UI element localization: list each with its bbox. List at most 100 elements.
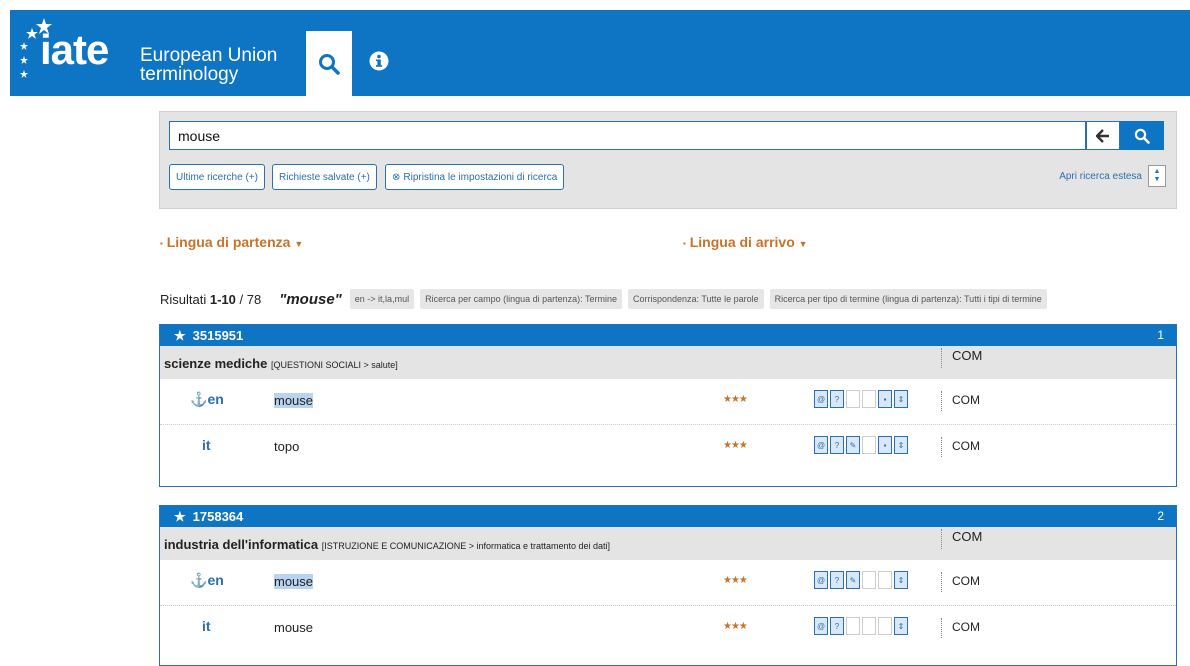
filter-chip: Corrispondenza: Tutte le parole — [628, 289, 764, 309]
entry-header[interactable]: ★ 3515951 1 — [160, 325, 1176, 346]
iate-logo[interactable]: iate — [14, 14, 152, 92]
results-count: Risultati 1-10 / 78 — [160, 292, 261, 307]
note-icon[interactable]: ? — [830, 571, 844, 589]
note-icon[interactable]: ? — [830, 390, 844, 408]
term-com: COM — [941, 437, 980, 457]
expand-toggle-icon[interactable]: ⇕ — [894, 571, 908, 589]
empty-icon — [862, 571, 876, 589]
reset-icon: ⊗ — [392, 171, 401, 183]
entry-id: 1758364 — [192, 509, 244, 524]
results-summary: Risultati 1-10 / 78 "mouse" en -> it,la,… — [160, 287, 1053, 311]
bullet-icon: ▪ — [160, 238, 163, 248]
top-navbar: iate European Union terminology — [10, 10, 1190, 96]
target-language-dropdown[interactable]: ▪ Lingua di arrivo ▼ — [683, 234, 808, 250]
expand-toggle-icon[interactable]: ⇕ — [894, 390, 908, 408]
definition-icon[interactable]: @ — [814, 390, 828, 408]
reference-icon[interactable]: ✎ — [846, 436, 860, 454]
reset-search-button[interactable]: ⊗ Ripristina le impostazioni di ricerca — [385, 164, 565, 190]
term-text[interactable]: mouse — [274, 620, 313, 635]
info-icon — [369, 51, 389, 71]
caret-up-icon: ▲ — [1153, 168, 1161, 175]
caret-down-icon: ▼ — [1153, 176, 1161, 183]
entry-id: 3515951 — [192, 328, 244, 343]
filter-chip: en -> it,la,mul — [349, 289, 415, 309]
empty-icon — [878, 571, 892, 589]
term-icons: @ ? ✎ ⇕ — [814, 571, 908, 589]
back-button[interactable] — [1086, 121, 1120, 150]
language-code: en — [207, 391, 224, 407]
anchor-icon: ⚓ — [190, 572, 208, 588]
last-searches-button[interactable]: Ultime ricerche (+) — [169, 164, 265, 190]
entry-header[interactable]: ★ 1758364 2 — [160, 506, 1176, 527]
search-button[interactable] — [1120, 121, 1164, 150]
entry-index: 2 — [1157, 509, 1164, 523]
definition-icon[interactable]: @ — [814, 617, 828, 635]
term-text[interactable]: topo — [274, 439, 299, 454]
domain-com: COM — [941, 529, 982, 549]
search-icon — [319, 53, 340, 75]
logo-subtitle-line2: terminology — [140, 64, 239, 85]
results-total: / 78 — [239, 291, 262, 307]
anchor-icon: ⚓ — [190, 391, 208, 407]
term-text[interactable]: mouse — [274, 574, 314, 589]
reliability-stars: ★★★ — [723, 440, 748, 451]
reference-icon[interactable]: ✎ — [846, 571, 860, 589]
empty-icon — [846, 390, 860, 408]
source-language-dropdown[interactable]: ▪ Lingua di partenza ▼ — [160, 234, 303, 250]
entry-index: 1 — [1157, 328, 1164, 342]
filter-chip: Ricerca per campo (lingua di partenza): … — [420, 289, 623, 309]
term-icons: @ ? ⇕ — [814, 617, 908, 635]
caret-down-icon: ▼ — [798, 239, 808, 249]
definition-icon[interactable]: @ — [814, 571, 828, 589]
tab-search[interactable] — [306, 31, 352, 96]
search-panel: mouse Ultime ricerche (+) Richieste salv… — [159, 111, 1177, 209]
note-icon[interactable]: ? — [830, 617, 844, 635]
empty-icon — [846, 617, 860, 635]
logo-subtitle: European Union terminology — [140, 46, 277, 84]
term-row: ⚓en mouse ★★★ @ ? ✎ ⇕ COM — [160, 560, 1176, 606]
empty-icon — [862, 390, 876, 408]
definition-icon[interactable]: @ — [814, 436, 828, 454]
reliability-stars: ★★★ — [723, 394, 748, 405]
arrow-left-icon — [1096, 128, 1109, 143]
search-icon — [1134, 128, 1150, 144]
term-language: ⚓en — [190, 572, 224, 589]
star-icon[interactable]: ★ — [174, 509, 186, 525]
entry-card: ★ 3515951 1 scienze mediche [QUESTIONI S… — [159, 324, 1177, 487]
domain-path: [QUESTIONI SOCIALI > salute] — [270, 360, 398, 370]
term-com: COM — [941, 618, 980, 638]
term-com: COM — [941, 391, 980, 411]
star-icon[interactable]: ★ — [174, 328, 186, 344]
tab-info[interactable] — [364, 46, 394, 76]
term-com: COM — [941, 572, 980, 592]
results-query-term: "mouse" — [279, 290, 342, 308]
source-language-label: Lingua di partenza — [166, 234, 291, 250]
open-extended-search-link[interactable]: Apri ricerca estesa — [1059, 171, 1142, 182]
empty-icon — [878, 617, 892, 635]
logo-text: iate — [40, 26, 109, 73]
results-range: 1-10 — [209, 291, 236, 307]
context-icon[interactable]: ▪ — [878, 436, 892, 454]
term-language: it — [202, 437, 211, 453]
domain: scienze mediche [QUESTIONI SOCIALI > sal… — [164, 356, 398, 371]
reliability-stars: ★★★ — [723, 575, 748, 586]
domain-name: industria dell'informatica — [164, 537, 319, 552]
term-icons: @ ? ✎ ▪ ⇕ — [814, 436, 908, 454]
domain: industria dell'informatica [ISTRUZIONE E… — [164, 537, 610, 552]
reliability-stars: ★★★ — [723, 621, 748, 632]
bullet-icon: ▪ — [683, 238, 686, 248]
saved-requests-button[interactable]: Richieste salvate (+) — [272, 164, 377, 190]
empty-icon — [862, 436, 876, 454]
term-text[interactable]: mouse — [274, 393, 314, 408]
term-language: it — [202, 618, 211, 634]
search-input[interactable]: mouse — [169, 121, 1086, 150]
expand-toggle-icon[interactable]: ⇕ — [894, 617, 908, 635]
domain-name: scienze mediche — [164, 356, 268, 371]
term-row: it topo ★★★ @ ? ✎ ▪ ⇕ COM — [160, 425, 1176, 471]
note-icon[interactable]: ? — [830, 436, 844, 454]
extended-search-toggle[interactable]: ▲ ▼ — [1148, 165, 1166, 187]
domain-path: [ISTRUZIONE E COMUNICAZIONE > informatic… — [321, 541, 611, 551]
context-icon[interactable]: ▪ — [878, 390, 892, 408]
domain-row: industria dell'informatica [ISTRUZIONE E… — [160, 527, 1176, 560]
expand-toggle-icon[interactable]: ⇕ — [894, 436, 908, 454]
